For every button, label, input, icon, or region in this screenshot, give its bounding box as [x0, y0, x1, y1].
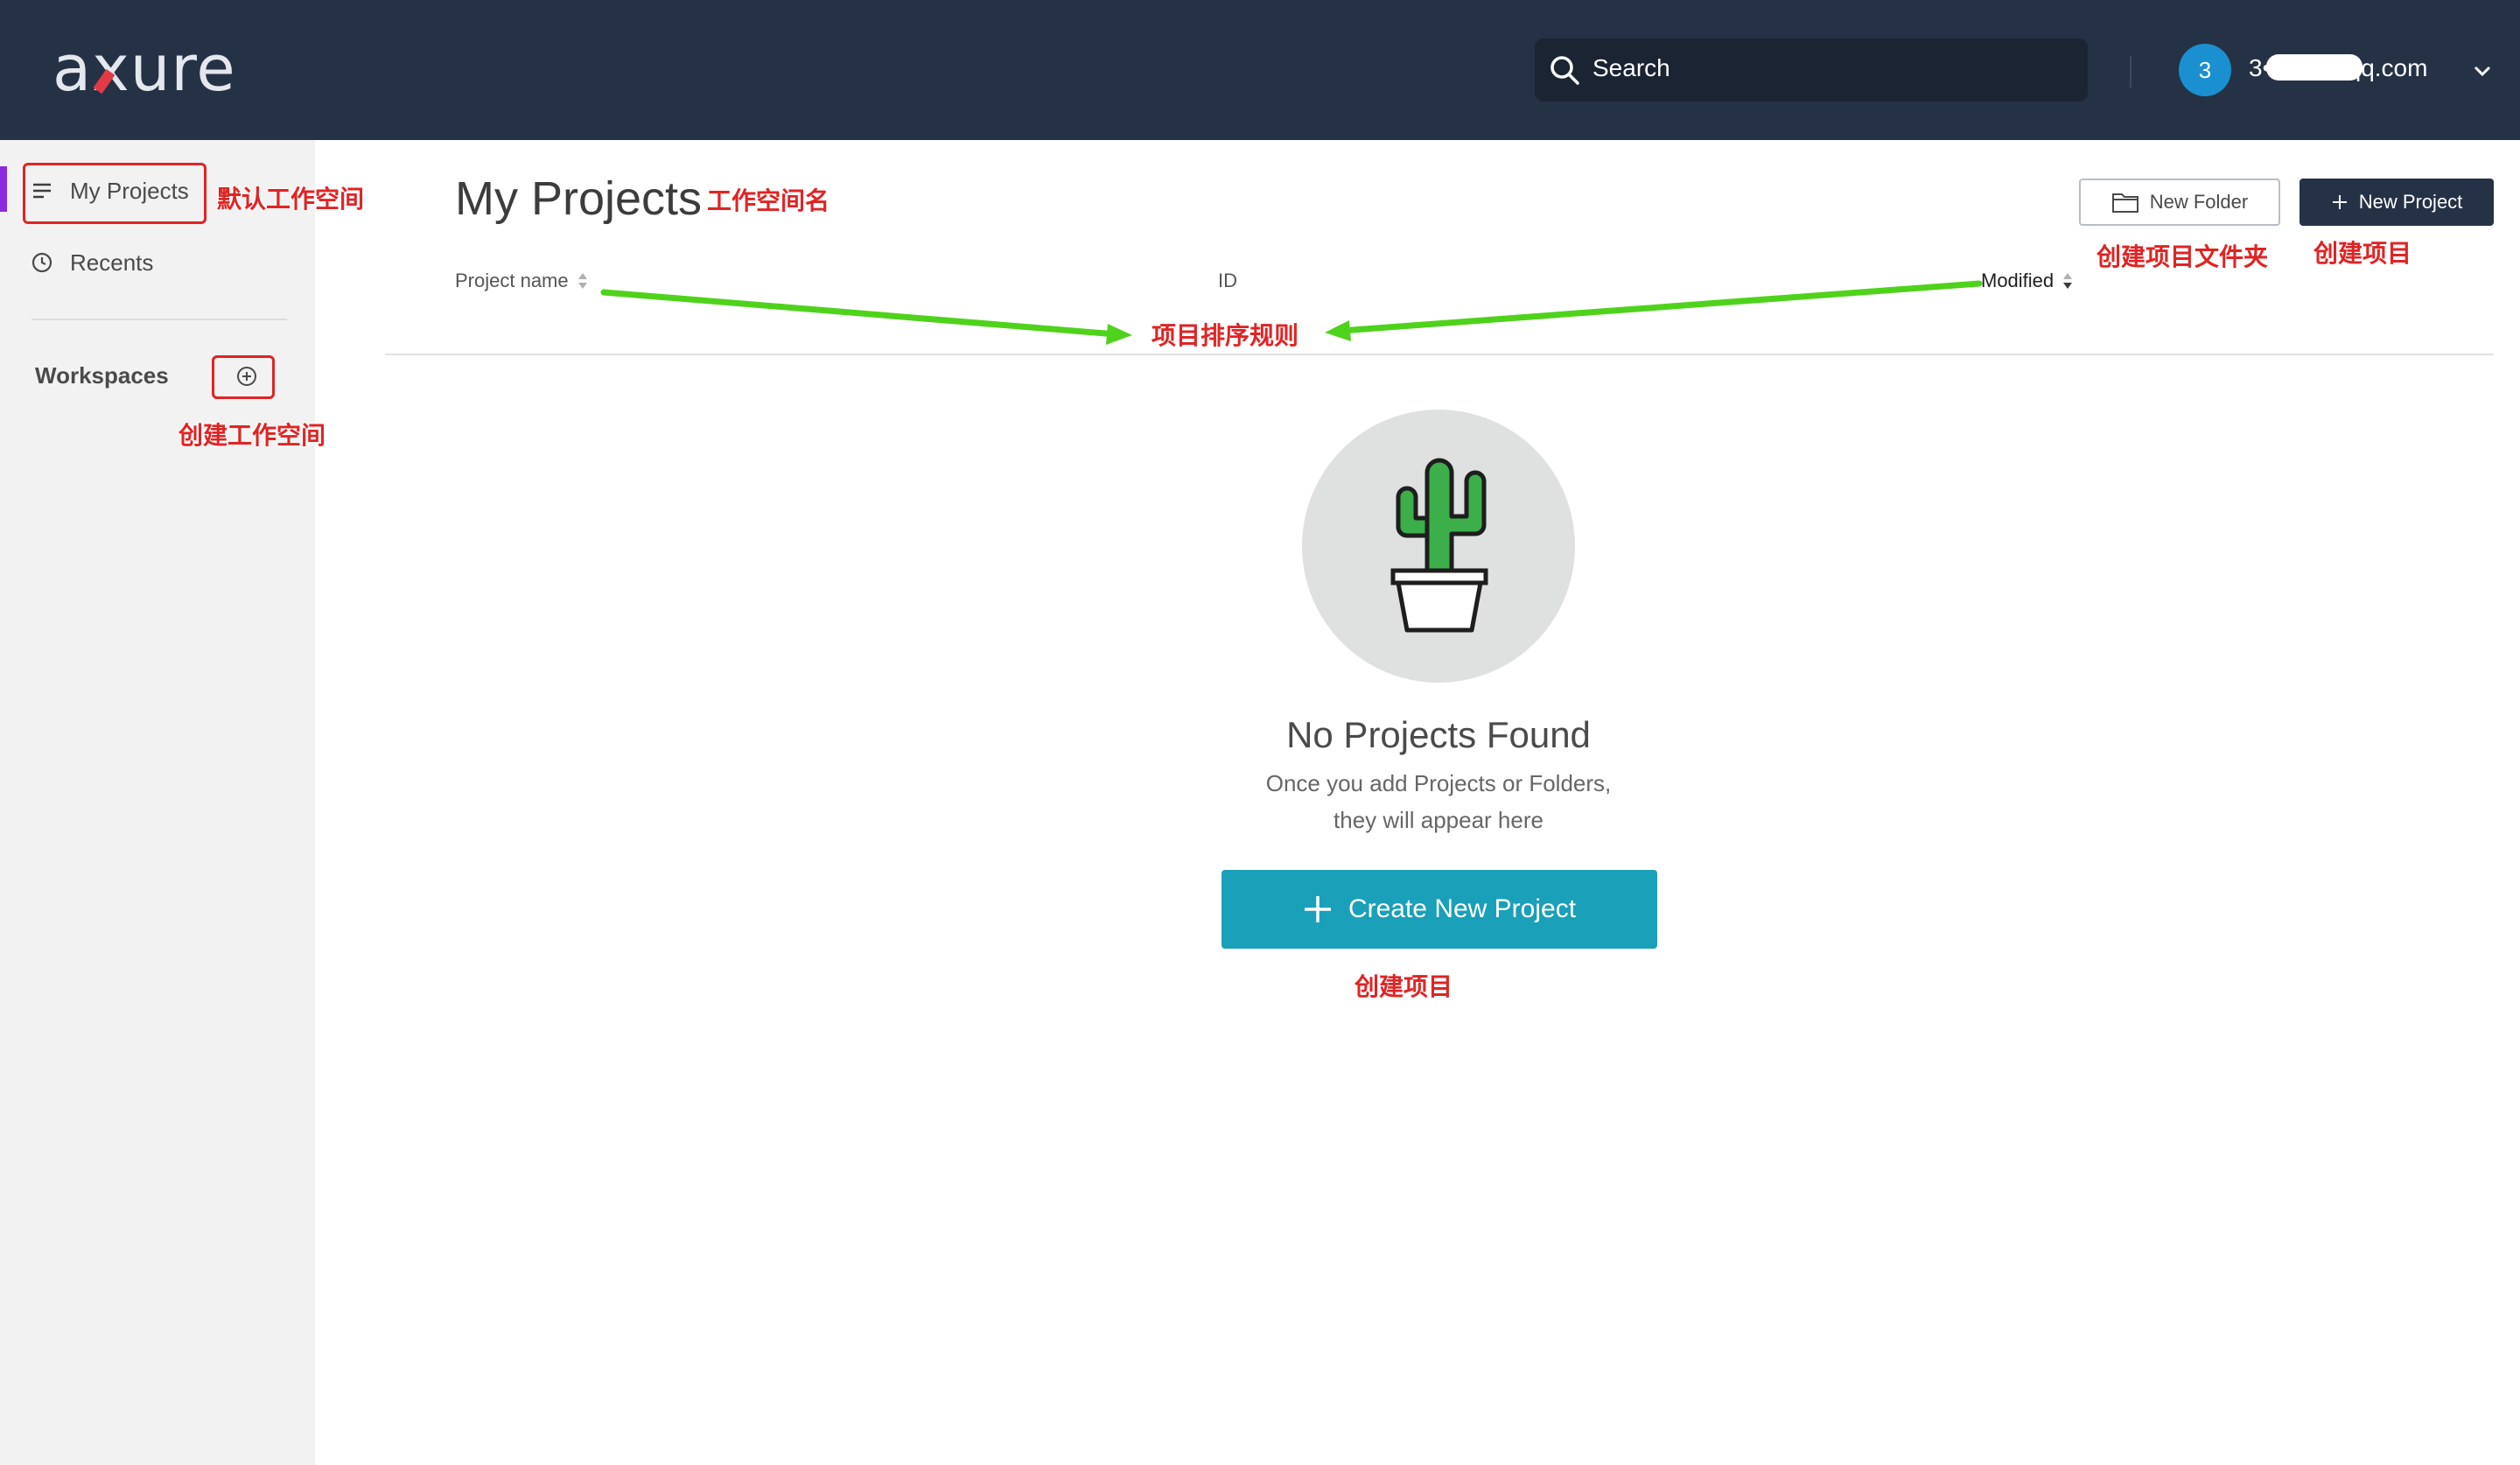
new-project-label: New Project: [2358, 191, 2463, 213]
annotation-label: 项目排序规则: [1152, 321, 1299, 350]
empty-state-subtitle: they will appear here: [1334, 807, 1544, 833]
new-folder-label: New Folder: [2149, 191, 2249, 213]
annotation-label: 默认工作空间: [217, 185, 365, 214]
search-placeholder: Search: [1592, 54, 1670, 81]
sort-icon: [2063, 273, 2073, 289]
redaction-mark: [2266, 54, 2362, 81]
workspaces-heading: Workspaces: [35, 362, 169, 389]
create-new-project-button[interactable]: Create New Project: [1222, 870, 1657, 949]
annotation-label: 创建工作空间: [178, 421, 326, 450]
page-title: My Projects: [455, 172, 703, 225]
annotation-box-my-projects: [23, 163, 206, 224]
axure-logo[interactable]: axure: [52, 32, 236, 105]
plus-icon: [1304, 896, 1331, 922]
column-header-modified[interactable]: Modified: [1981, 270, 2073, 292]
sort-arrow-left: [600, 289, 1120, 338]
chevron-down-icon[interactable]: [2473, 63, 2492, 79]
column-label: Modified: [1981, 270, 2054, 291]
search-input[interactable]: Search: [1535, 39, 2088, 102]
annotation-label: 工作空间名: [707, 186, 830, 215]
top-bar: axure Search 3 3•••••••@qq.com: [0, 0, 2520, 140]
new-project-button[interactable]: New Project: [2300, 179, 2494, 226]
annotation-label: 创建项目: [2314, 239, 2412, 268]
sidebar: My Projects Recents Workspaces: [0, 140, 315, 1465]
annotation-box-add-workspace: [212, 355, 275, 399]
sort-arrowhead-right: [1325, 320, 1351, 341]
search-icon: [1550, 56, 1579, 85]
sidebar-item-label: Recents: [70, 249, 154, 276]
user-avatar[interactable]: 3: [2179, 44, 2231, 96]
column-header-project-name[interactable]: Project name: [455, 270, 588, 292]
create-new-project-label: Create New Project: [1348, 894, 1577, 923]
sidebar-divider: [32, 319, 287, 320]
active-nav-marker: [0, 166, 7, 212]
sort-arrowhead-left: [1106, 324, 1132, 345]
column-label: Project name: [455, 270, 569, 291]
plus-icon: [2332, 195, 2347, 209]
app-root: axure Search 3 3•••••••@qq.com My Projec…: [0, 0, 2520, 1465]
sidebar-item-recents[interactable]: Recents: [32, 236, 153, 289]
column-header-id[interactable]: ID: [1218, 270, 1237, 292]
table-header-divider: [385, 354, 2494, 355]
clock-icon: [32, 252, 52, 273]
new-folder-button[interactable]: New Folder: [2079, 179, 2280, 226]
folder-icon: [2111, 193, 2138, 213]
sort-icon: [578, 273, 587, 289]
cactus-icon: [1390, 458, 1488, 633]
topbar-divider: [2130, 56, 2132, 88]
sort-arrow-right: [1337, 280, 1983, 334]
annotation-label: 创建项目文件夹: [2096, 242, 2269, 271]
column-label: ID: [1218, 270, 1237, 291]
annotation-label: 创建项目: [1354, 972, 1453, 1001]
empty-state-title: No Projects Found: [1286, 714, 1591, 755]
empty-state-subtitle: Once you add Projects or Folders,: [1265, 770, 1612, 796]
